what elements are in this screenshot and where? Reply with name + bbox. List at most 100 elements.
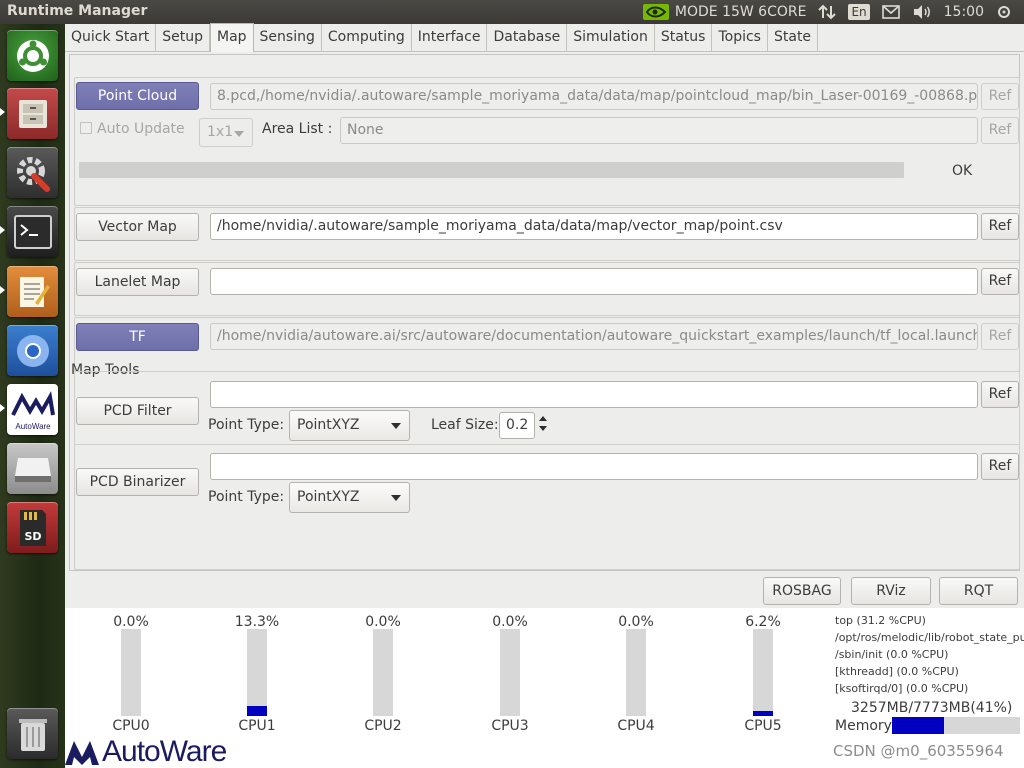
vector-map-path-field[interactable]: /home/nvidia/.autoware/sample_moriyama_d… bbox=[210, 213, 978, 240]
sound-indicator[interactable] bbox=[912, 4, 932, 20]
rqt-button[interactable]: RQT bbox=[939, 577, 1018, 605]
power-mode-indicator[interactable]: MODE 15W 6CORE bbox=[642, 4, 806, 20]
clock-indicator[interactable]: 15:00 bbox=[944, 4, 984, 20]
cpu-name: CPU3 bbox=[491, 718, 529, 734]
terminal-icon bbox=[13, 214, 52, 249]
vector-map-button[interactable]: Vector Map bbox=[76, 213, 199, 241]
system-settings-launcher[interactable] bbox=[7, 147, 58, 198]
running-pip bbox=[0, 226, 5, 234]
pcd-binarizer-point-type-combo[interactable]: PointXYZ bbox=[289, 482, 410, 513]
cpu-percent: 0.0% bbox=[492, 614, 528, 630]
rosbag-button[interactable]: ROSBAG bbox=[763, 577, 841, 605]
tab-topics[interactable]: Topics bbox=[712, 24, 768, 51]
gear-wrench-icon bbox=[16, 156, 50, 192]
autoware-logo: AutoWare bbox=[65, 735, 227, 768]
point-cloud-button[interactable]: Point Cloud bbox=[76, 82, 199, 110]
cpu-percent: 0.0% bbox=[365, 614, 401, 630]
vector-map-section: Vector Map /home/nvidia/.autoware/sample… bbox=[74, 207, 1020, 261]
unity-launcher: AutoWare SD bbox=[0, 24, 65, 768]
tab-computing[interactable]: Computing bbox=[322, 24, 412, 51]
lanelet-map-button[interactable]: Lanelet Map bbox=[76, 268, 199, 296]
cpu-percent: 13.3% bbox=[234, 614, 280, 630]
keyboard-language-indicator[interactable]: En bbox=[848, 4, 870, 20]
pcd-binarizer-button[interactable]: PCD Binarizer bbox=[76, 468, 199, 496]
cpu-meter: 13.3% CPU1 bbox=[222, 608, 292, 738]
grid-size-value: 1x1 bbox=[207, 124, 234, 140]
cpu-bar bbox=[373, 629, 393, 716]
auto-update-label: Auto Update bbox=[97, 121, 185, 137]
tab-database[interactable]: Database bbox=[487, 24, 568, 51]
map-tools-section: PCD Filter Ref Point Type: PointXYZ Leaf… bbox=[74, 371, 1020, 570]
top-panel: Runtime Manager MODE 15W 6CORE En 15:00 bbox=[0, 0, 1024, 24]
sd-card-launcher[interactable]: SD bbox=[7, 502, 58, 553]
speaker-volume-icon bbox=[913, 5, 930, 19]
tf-section: TF /home/nvidia/autoware.ai/src/autoware… bbox=[74, 317, 1020, 372]
pcd-binarizer-path-field[interactable] bbox=[210, 453, 978, 480]
memory-usage-text: 3257MB/7773MB(41%) bbox=[851, 700, 1013, 716]
nvidia-icon bbox=[642, 4, 669, 20]
tab-state[interactable]: State bbox=[768, 24, 819, 51]
network-arrows-indicator[interactable] bbox=[818, 4, 837, 20]
tab-quick-start[interactable]: Quick Start bbox=[65, 24, 157, 51]
session-indicator[interactable] bbox=[996, 4, 1012, 20]
ubuntu-logo-icon bbox=[16, 39, 49, 72]
point-cloud-progress-bar bbox=[79, 162, 904, 178]
chromium-launcher[interactable] bbox=[7, 325, 58, 376]
memory-bar bbox=[892, 717, 1020, 734]
notepad-icon bbox=[19, 276, 50, 307]
pcd-filter-button[interactable]: PCD Filter bbox=[76, 397, 199, 425]
pcd-filter-ref-button[interactable]: Ref bbox=[981, 381, 1019, 408]
pcd-filter-point-type-value: PointXYZ bbox=[297, 417, 360, 433]
point-cloud-path-field[interactable]: 8.pcd,/home/nvidia/.autoware/sample_mori… bbox=[210, 83, 978, 110]
memory-label: Memory bbox=[835, 718, 892, 734]
clock-time: 15:00 bbox=[943, 4, 984, 20]
autoware-launcher[interactable]: AutoWare bbox=[7, 384, 58, 435]
leaf-size-input[interactable]: 0.2 bbox=[499, 412, 535, 439]
area-list-ref-button[interactable]: Ref bbox=[981, 117, 1019, 144]
area-list-field[interactable]: None bbox=[340, 117, 978, 144]
tf-path-field[interactable]: /home/nvidia/autoware.ai/src/autoware/do… bbox=[210, 323, 978, 350]
tab-interface[interactable]: Interface bbox=[412, 24, 488, 51]
dash-home-launcher[interactable] bbox=[7, 30, 58, 81]
pcd-filter-path-field[interactable] bbox=[210, 381, 978, 408]
leaf-size-label: Leaf Size: bbox=[431, 417, 499, 433]
lanelet-map-ref-button[interactable]: Ref bbox=[981, 268, 1019, 295]
grid-size-combo[interactable]: 1x1 bbox=[199, 118, 253, 147]
lanelet-map-section: Lanelet Map Ref bbox=[74, 262, 1020, 316]
spin-down-icon[interactable] bbox=[539, 426, 547, 431]
tf-button[interactable]: TF bbox=[76, 323, 199, 351]
process-row: top (31.2 %CPU) bbox=[835, 614, 926, 627]
lanelet-map-path-field[interactable] bbox=[210, 268, 978, 295]
files-launcher[interactable] bbox=[7, 88, 58, 139]
text-editor-launcher[interactable] bbox=[7, 266, 58, 317]
language-badge: En bbox=[848, 4, 870, 20]
tab-setup[interactable]: Setup bbox=[156, 24, 210, 51]
point-cloud-section: Point Cloud 8.pcd,/home/nvidia/.autoware… bbox=[74, 77, 1020, 206]
tab-sensing[interactable]: Sensing bbox=[254, 24, 322, 51]
tf-ref-button[interactable]: Ref bbox=[981, 323, 1019, 350]
area-list-label: Area List : bbox=[262, 121, 333, 137]
spin-up-icon[interactable] bbox=[539, 416, 547, 421]
leaf-size-spinner[interactable] bbox=[538, 414, 548, 436]
cpu-bar bbox=[121, 629, 141, 716]
cpu-percent: 0.0% bbox=[113, 614, 149, 630]
terminal-launcher[interactable] bbox=[7, 206, 58, 257]
trash-launcher[interactable] bbox=[7, 708, 58, 759]
top-process-list: top (31.2 %CPU) /opt/ros/melodic/lib/rob… bbox=[835, 612, 1024, 697]
sd-card-icon: SD bbox=[19, 509, 46, 546]
point-cloud-ref-button[interactable]: Ref bbox=[981, 83, 1019, 110]
tab-status[interactable]: Status bbox=[655, 24, 713, 51]
auto-update-checkbox[interactable]: Auto Update bbox=[80, 121, 185, 137]
cpu-bar bbox=[500, 629, 520, 716]
mail-indicator[interactable] bbox=[881, 5, 900, 19]
rviz-button[interactable]: RViz bbox=[851, 577, 931, 605]
process-row: [kthreadd] (0.0 %CPU) bbox=[835, 665, 959, 678]
tab-map[interactable]: Map bbox=[210, 23, 254, 52]
pcd-binarizer-point-type-label: Point Type: bbox=[208, 489, 285, 505]
watermark: CSDN @m0_60355964 bbox=[833, 742, 1004, 760]
tab-simulation[interactable]: Simulation bbox=[567, 24, 655, 51]
pcd-binarizer-ref-button[interactable]: Ref bbox=[981, 453, 1019, 480]
removable-drive-launcher[interactable] bbox=[7, 443, 58, 494]
pcd-filter-point-type-combo[interactable]: PointXYZ bbox=[289, 410, 410, 441]
vector-map-ref-button[interactable]: Ref bbox=[981, 213, 1019, 240]
